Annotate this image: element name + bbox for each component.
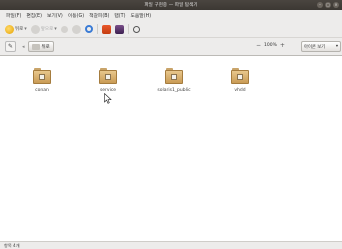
location-bar: ✎ ◂ 뒤로 − 100% + 아이콘 보기 ▾	[0, 38, 342, 56]
zoom-control: − 100% +	[256, 42, 285, 49]
home-icon[interactable]	[101, 24, 111, 34]
menu-view[interactable]: 보기(V)	[47, 12, 63, 19]
folder-icon	[231, 68, 249, 84]
file-item-vhdd[interactable]: vhdd	[217, 68, 263, 93]
status-bar: 항목 4개	[0, 241, 342, 249]
forward-button[interactable]: 앞으로 ▾	[30, 24, 57, 34]
up-icon[interactable]	[60, 25, 68, 33]
menu-bookmarks[interactable]: 책갈피(B)	[89, 12, 109, 19]
back-label: 뒤로	[15, 27, 24, 32]
view-mode-select[interactable]: 아이콘 보기 ▾	[301, 41, 341, 52]
search-icon[interactable]	[132, 25, 140, 33]
breadcrumb-label: 뒤로	[41, 44, 50, 50]
chevron-down-icon: ▾	[335, 44, 338, 49]
chevron-down-icon[interactable]: ▾	[54, 26, 57, 32]
stop-icon[interactable]	[71, 24, 81, 34]
maximize-button[interactable]: □	[325, 2, 331, 8]
back-button[interactable]: 뒤로 ▾	[5, 24, 27, 34]
status-text: 항목 4개	[4, 242, 20, 248]
menu-edit[interactable]: 편집(E)	[26, 12, 42, 19]
file-name: vhdd	[234, 88, 246, 93]
view-mode-label: 아이콘 보기	[304, 44, 326, 50]
computer-icon[interactable]	[114, 24, 124, 34]
menu-file[interactable]: 파일(F)	[6, 12, 21, 19]
file-item-conan[interactable]: conan	[19, 68, 65, 93]
window-controls: – □ ×	[317, 2, 339, 8]
close-button[interactable]: ×	[333, 2, 339, 8]
menu-go[interactable]: 이동(G)	[68, 12, 84, 19]
pencil-icon: ✎	[7, 43, 14, 50]
zoom-in-button[interactable]: +	[280, 42, 285, 49]
folder-icon	[165, 68, 183, 84]
folder-icon	[99, 68, 117, 84]
reload-icon[interactable]	[84, 25, 93, 33]
minimize-button[interactable]: –	[317, 2, 323, 8]
file-item-solaris1-public[interactable]: solaris1_public	[151, 68, 197, 93]
title-bar: 파일 구현중 — 파일 탐색기 – □ ×	[0, 0, 342, 10]
file-name: conan	[35, 88, 49, 93]
toolbar-divider	[96, 24, 98, 34]
crumb-left-arrow[interactable]: ◂	[22, 44, 25, 50]
forward-label: 앞으로	[40, 27, 54, 32]
menu-help[interactable]: 도움말(H)	[130, 12, 151, 19]
back-icon	[5, 24, 14, 34]
breadcrumb[interactable]: 뒤로	[27, 41, 54, 52]
toolbar: 뒤로 ▾ 앞으로 ▾	[0, 21, 342, 38]
file-item-service[interactable]: service	[85, 68, 131, 93]
folder-icon	[31, 43, 40, 50]
menu-tabs[interactable]: 탭(T)	[114, 12, 125, 19]
zoom-level: 100%	[264, 43, 277, 48]
folder-icon	[33, 68, 51, 84]
file-view[interactable]: conan service solaris1_public vhdd	[0, 56, 342, 241]
mouse-cursor-icon	[104, 93, 112, 104]
chevron-down-icon[interactable]: ▾	[24, 26, 27, 32]
toolbar-divider	[127, 24, 129, 34]
window-title: 파일 구현중 — 파일 탐색기	[144, 3, 198, 8]
edit-location-button[interactable]: ✎	[5, 41, 16, 52]
menu-bar: 파일(F) 편집(E) 보기(V) 이동(G) 책갈피(B) 탭(T) 도움말(…	[0, 10, 342, 21]
file-name: solaris1_public	[157, 88, 191, 93]
zoom-out-button[interactable]: −	[256, 42, 261, 49]
forward-icon	[30, 24, 40, 34]
